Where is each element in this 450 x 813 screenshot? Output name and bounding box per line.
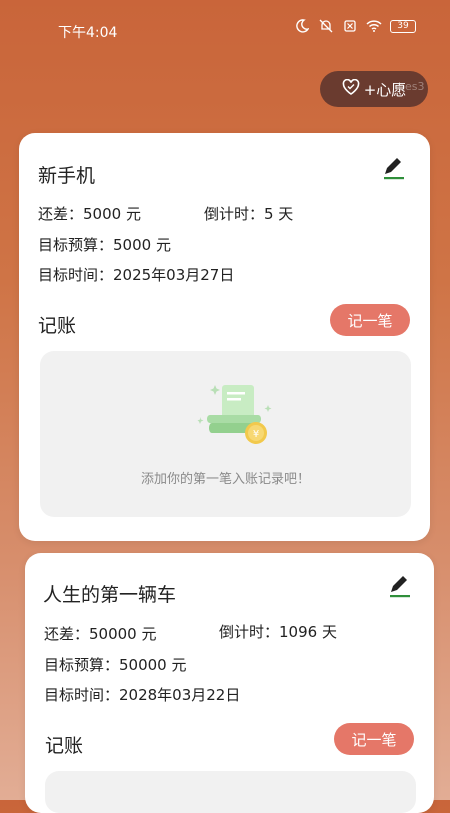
target-date: 目标时间：2028年03月22日 bbox=[44, 686, 241, 704]
wish-title: 新手机 bbox=[38, 165, 96, 187]
wish-title: 人生的第一辆车 bbox=[43, 584, 177, 606]
wish-card[interactable]: 人生的第一辆车 还差：50000 元 倒计时：1096 天 目标预算：50000… bbox=[25, 553, 434, 813]
target-budget: 目标预算：5000 元 bbox=[38, 236, 171, 254]
ledger-section-title: 记账 bbox=[45, 735, 84, 757]
wish-card[interactable]: 新手机 还差：5000 元 倒计时：5 天 目标预算：5000 元 目标时间：2… bbox=[19, 133, 430, 541]
sim-icon bbox=[342, 18, 358, 34]
heart-icon bbox=[342, 78, 360, 99]
status-bar: 下午4:04 39 bbox=[0, 0, 450, 56]
svg-text:¥: ¥ bbox=[253, 429, 259, 440]
empty-state-text: 添加你的第一笔入账记录吧！ bbox=[140, 472, 310, 487]
countdown: 倒计时：5 天 bbox=[204, 205, 294, 223]
target-date: 目标时间：2025年03月27日 bbox=[38, 266, 235, 284]
remaining-amount: 还差：5000 元 bbox=[38, 205, 141, 223]
watermark-text: bes3 bbox=[398, 80, 425, 93]
ledger-empty-state bbox=[45, 771, 416, 813]
countdown: 倒计时：1096 天 bbox=[219, 623, 337, 641]
battery-icon: 39 bbox=[390, 19, 416, 33]
moon-icon bbox=[294, 18, 310, 34]
record-button[interactable]: 记一笔 bbox=[334, 723, 414, 755]
edit-icon[interactable] bbox=[381, 155, 407, 181]
empty-illustration-icon: ¥ bbox=[190, 375, 280, 453]
status-icons: 39 bbox=[294, 18, 416, 34]
remaining-amount: 还差：50000 元 bbox=[44, 625, 157, 643]
ledger-section-title: 记账 bbox=[38, 315, 77, 337]
record-button[interactable]: 记一笔 bbox=[330, 304, 410, 336]
battery-level: 39 bbox=[397, 21, 409, 31]
mute-icon bbox=[318, 18, 334, 34]
target-budget: 目标预算：50000 元 bbox=[44, 656, 187, 674]
wifi-icon bbox=[366, 18, 382, 34]
ledger-empty-state: ¥ 添加你的第一笔入账记录吧！ bbox=[40, 351, 411, 517]
edit-icon[interactable] bbox=[387, 573, 413, 599]
status-time: 下午4:04 bbox=[58, 25, 118, 41]
